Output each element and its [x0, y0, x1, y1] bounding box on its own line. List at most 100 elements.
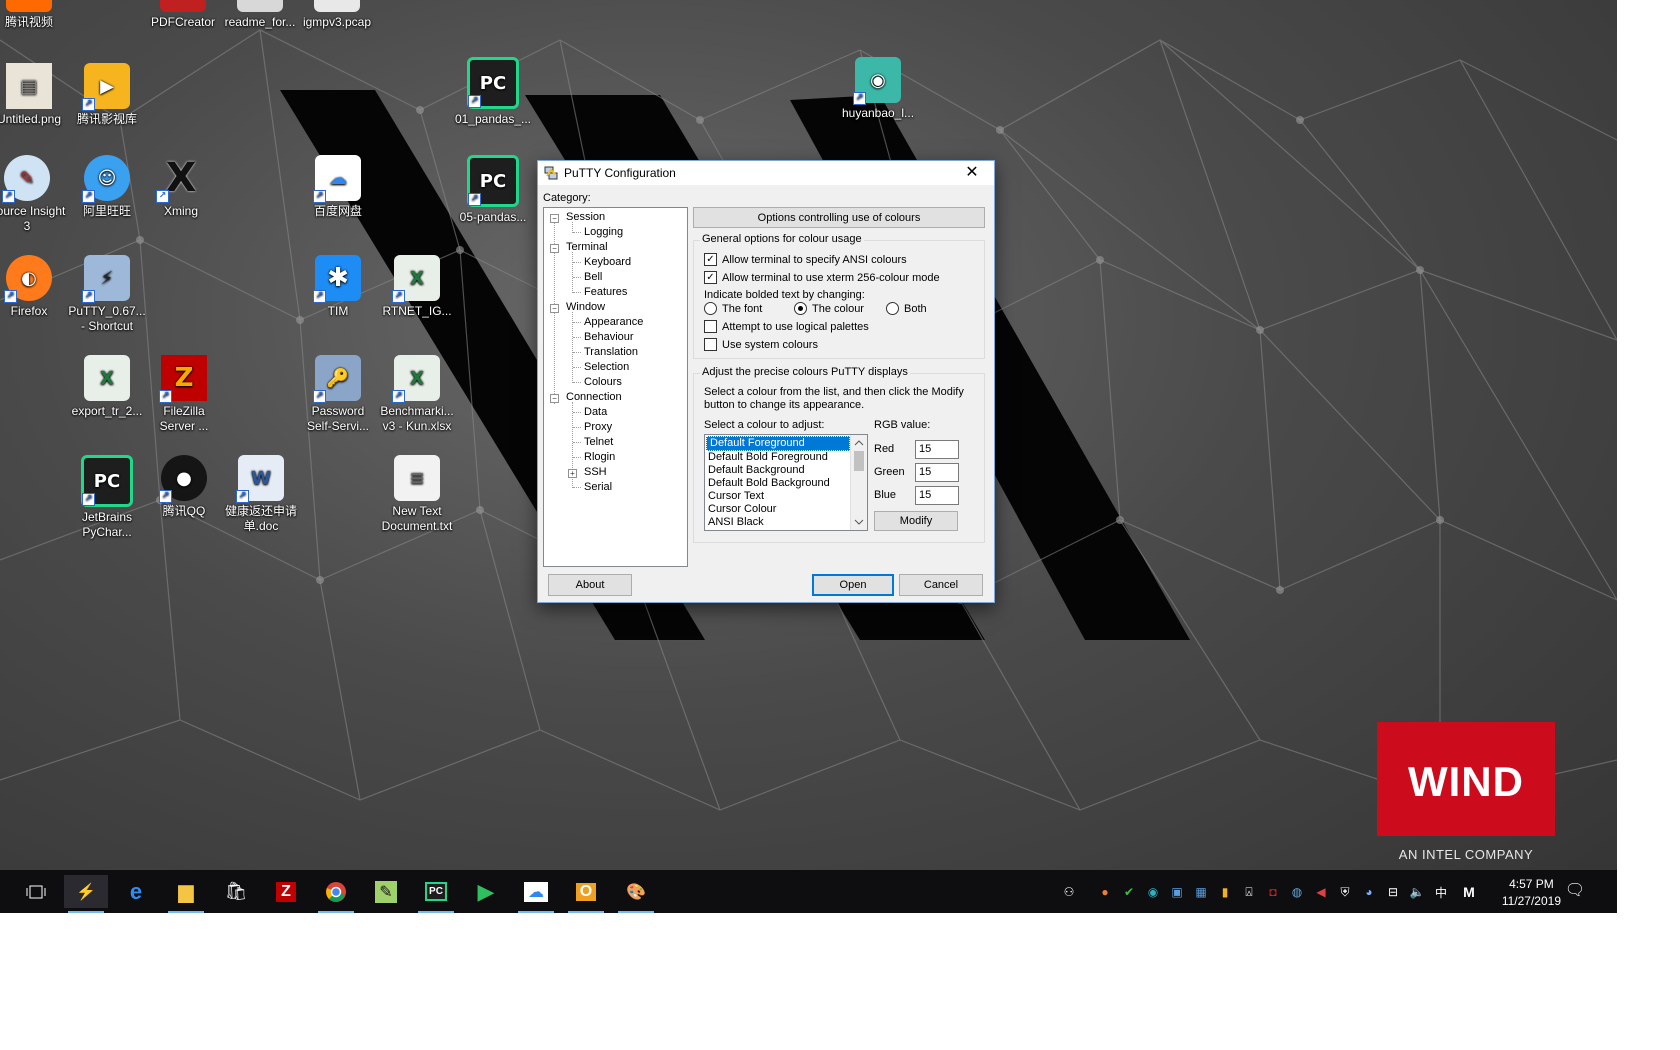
- icon-tencent-video[interactable]: ▶腾讯视频: [0, 0, 68, 30]
- filezilla-taskbar-icon[interactable]: Z: [264, 875, 308, 908]
- tree-item-window[interactable]: Window: [566, 301, 605, 313]
- action-center-icon[interactable]: 🗨: [1565, 881, 1585, 899]
- list-item[interactable]: Cursor Colour: [705, 503, 867, 516]
- icon-jetbrains-pycharm[interactable]: PC ↗ JetBrains PyChar...: [68, 455, 146, 540]
- icon-01-pandas[interactable]: PC ↗ 01_pandas_...: [454, 57, 532, 127]
- task-view-icon[interactable]: [14, 875, 58, 908]
- ansi-colours-checkbox[interactable]: ✓ Allow terminal to specify ANSI colours: [704, 253, 907, 266]
- defender-icon[interactable]: ⛨: [1336, 883, 1354, 901]
- list-item[interactable]: Default Bold Background: [705, 477, 867, 490]
- tree-item-proxy[interactable]: Proxy: [584, 421, 612, 433]
- dialog-titlebar[interactable]: PuTTY Configuration ✕: [538, 161, 994, 185]
- icon-new-text-doc[interactable]: ≡ New Text Document.txt: [378, 455, 456, 534]
- tray-app-icon[interactable]: ●: [1096, 883, 1114, 901]
- icon-health-doc[interactable]: W ↗ 健康返还申请单.doc: [222, 455, 300, 534]
- taskbar-putty-icon[interactable]: ⚡: [64, 875, 108, 913]
- icon-source-insight[interactable]: ✎↗Source Insight 3: [0, 155, 66, 234]
- security-check-icon[interactable]: ✔: [1120, 883, 1138, 901]
- icon-aliwangwang[interactable]: ☺ ↗ 阿里旺旺: [68, 155, 146, 219]
- radio-both[interactable]: Both: [886, 302, 927, 315]
- store-icon[interactable]: 🛍: [214, 875, 258, 908]
- tree-item-behaviour[interactable]: Behaviour: [584, 331, 634, 343]
- icon-tim[interactable]: ✱ ↗ TIM: [299, 255, 377, 319]
- paint-icon[interactable]: 🎨: [614, 875, 658, 913]
- ime-indicator[interactable]: 中: [1432, 883, 1450, 901]
- list-item[interactable]: Default Bold Foreground: [705, 451, 867, 464]
- list-item[interactable]: Default Background: [705, 464, 867, 477]
- people-icon[interactable]: ⚇: [1060, 883, 1078, 901]
- colour-list[interactable]: Default Foreground Default Bold Foregrou…: [704, 434, 868, 531]
- radio-the-font[interactable]: The font: [704, 302, 762, 315]
- blue-input[interactable]: 15: [915, 486, 959, 505]
- tree-item-connection[interactable]: Connection: [566, 391, 622, 403]
- list-item[interactable]: Default Foreground: [706, 436, 850, 451]
- usb-icon[interactable]: ⍓: [1240, 883, 1258, 901]
- file-explorer-icon[interactable]: ▆: [164, 875, 208, 913]
- tray-folder-icon[interactable]: ▮: [1216, 883, 1234, 901]
- tree-item-features[interactable]: Features: [584, 286, 627, 298]
- tree-item-session[interactable]: Session: [566, 211, 605, 223]
- chrome-icon[interactable]: [314, 875, 358, 913]
- outlook-icon[interactable]: O: [564, 875, 608, 913]
- tray-globe-icon[interactable]: ◍: [1288, 883, 1306, 901]
- icon-putty-shortcut[interactable]: ⚡ ↗ PuTTY_0.67... - Shortcut: [68, 255, 146, 334]
- icon-filezilla-server[interactable]: Z ↗ FileZilla Server ...: [145, 355, 223, 434]
- icon-huyanbao[interactable]: ◉ ↗ huyanbao_l...: [839, 57, 917, 121]
- icon-password-self-service[interactable]: 🔑 ↗ Password Self-Servi...: [299, 355, 377, 434]
- icon-pdfcreator[interactable]: PPDFCreator: [144, 0, 222, 30]
- pycharm-taskbar-icon[interactable]: PC: [414, 875, 458, 913]
- tree-item-ssh[interactable]: SSH: [584, 466, 607, 478]
- tray-grid-icon[interactable]: ▦: [1192, 883, 1210, 901]
- modify-button[interactable]: Modify: [874, 511, 958, 531]
- collapse-connection-icon[interactable]: −: [550, 394, 559, 403]
- list-item[interactable]: Cursor Text: [705, 490, 867, 503]
- cancel-button[interactable]: Cancel: [899, 574, 983, 596]
- icon-baidu-netdisk[interactable]: ☁ ↗ 百度网盘: [299, 155, 377, 219]
- icon-tencent-library[interactable]: ▶ ↗ 腾讯影视库: [68, 63, 146, 127]
- logical-palettes-checkbox[interactable]: Attempt to use logical palettes: [704, 320, 869, 333]
- icon-untitled-png[interactable]: ▤ Untitled.png: [0, 63, 68, 127]
- expand-ssh-icon[interactable]: +: [568, 469, 577, 478]
- collapse-terminal-icon[interactable]: −: [550, 244, 559, 253]
- media-player-icon[interactable]: ▶: [464, 875, 508, 908]
- tree-item-bell[interactable]: Bell: [584, 271, 602, 283]
- tree-item-rlogin[interactable]: Rlogin: [584, 451, 615, 463]
- open-button[interactable]: Open: [812, 574, 894, 596]
- tree-item-colours[interactable]: Colours: [584, 376, 622, 388]
- tree-item-logging[interactable]: Logging: [584, 226, 623, 238]
- notepad-plus-icon[interactable]: ✎: [364, 875, 408, 908]
- tray-onedrive-icon[interactable]: ◕: [1360, 883, 1378, 901]
- tree-item-selection[interactable]: Selection: [584, 361, 629, 373]
- close-icon[interactable]: ✕: [950, 161, 994, 185]
- icon-igmpv3[interactable]: ▭igmpv3.pcap: [298, 0, 376, 30]
- tray-sync-icon[interactable]: ◉: [1144, 883, 1162, 901]
- tree-item-telnet[interactable]: Telnet: [584, 436, 613, 448]
- tree-item-keyboard[interactable]: Keyboard: [584, 256, 631, 268]
- green-input[interactable]: 15: [915, 463, 959, 482]
- baidu-netdisk-taskbar-icon[interactable]: ☁: [514, 875, 558, 913]
- collapse-session-icon[interactable]: −: [550, 214, 559, 223]
- xterm-256-checkbox[interactable]: ✓ Allow terminal to use xterm 256-colour …: [704, 271, 940, 284]
- tray-speaker-red-icon[interactable]: ◀: [1312, 883, 1330, 901]
- radio-the-colour[interactable]: The colour: [794, 302, 864, 315]
- icon-readme[interactable]: ≡readme_for...: [221, 0, 299, 30]
- system-colours-checkbox[interactable]: Use system colours: [704, 338, 818, 351]
- network-icon[interactable]: ⊟: [1384, 883, 1402, 901]
- icon-export-tr[interactable]: Xexport_tr_2...: [68, 355, 146, 419]
- edge-icon[interactable]: e: [114, 875, 158, 908]
- tree-item-appearance[interactable]: Appearance: [584, 316, 643, 328]
- tree-item-serial[interactable]: Serial: [584, 481, 612, 493]
- clock[interactable]: 4:57 PM 11/27/2019: [1502, 876, 1561, 910]
- icon-firefox[interactable]: ◐ ↗ Firefox: [0, 255, 68, 319]
- icon-rtnet[interactable]: X ↗ RTNET_IG...: [378, 255, 456, 319]
- tree-item-translation[interactable]: Translation: [584, 346, 638, 358]
- mcafee-icon[interactable]: ◘: [1264, 883, 1282, 901]
- collapse-window-icon[interactable]: −: [550, 304, 559, 313]
- icon-qq[interactable]: ● ↗ 腾讯QQ: [145, 455, 223, 519]
- icon-xming[interactable]: X ↗ Xming: [142, 155, 220, 219]
- about-button[interactable]: About: [548, 574, 632, 596]
- red-input[interactable]: 15: [915, 440, 959, 459]
- ime-mode-indicator[interactable]: M: [1460, 883, 1478, 901]
- colour-list-scrollbar[interactable]: [850, 435, 867, 530]
- tray-network-app-icon[interactable]: ▣: [1168, 883, 1186, 901]
